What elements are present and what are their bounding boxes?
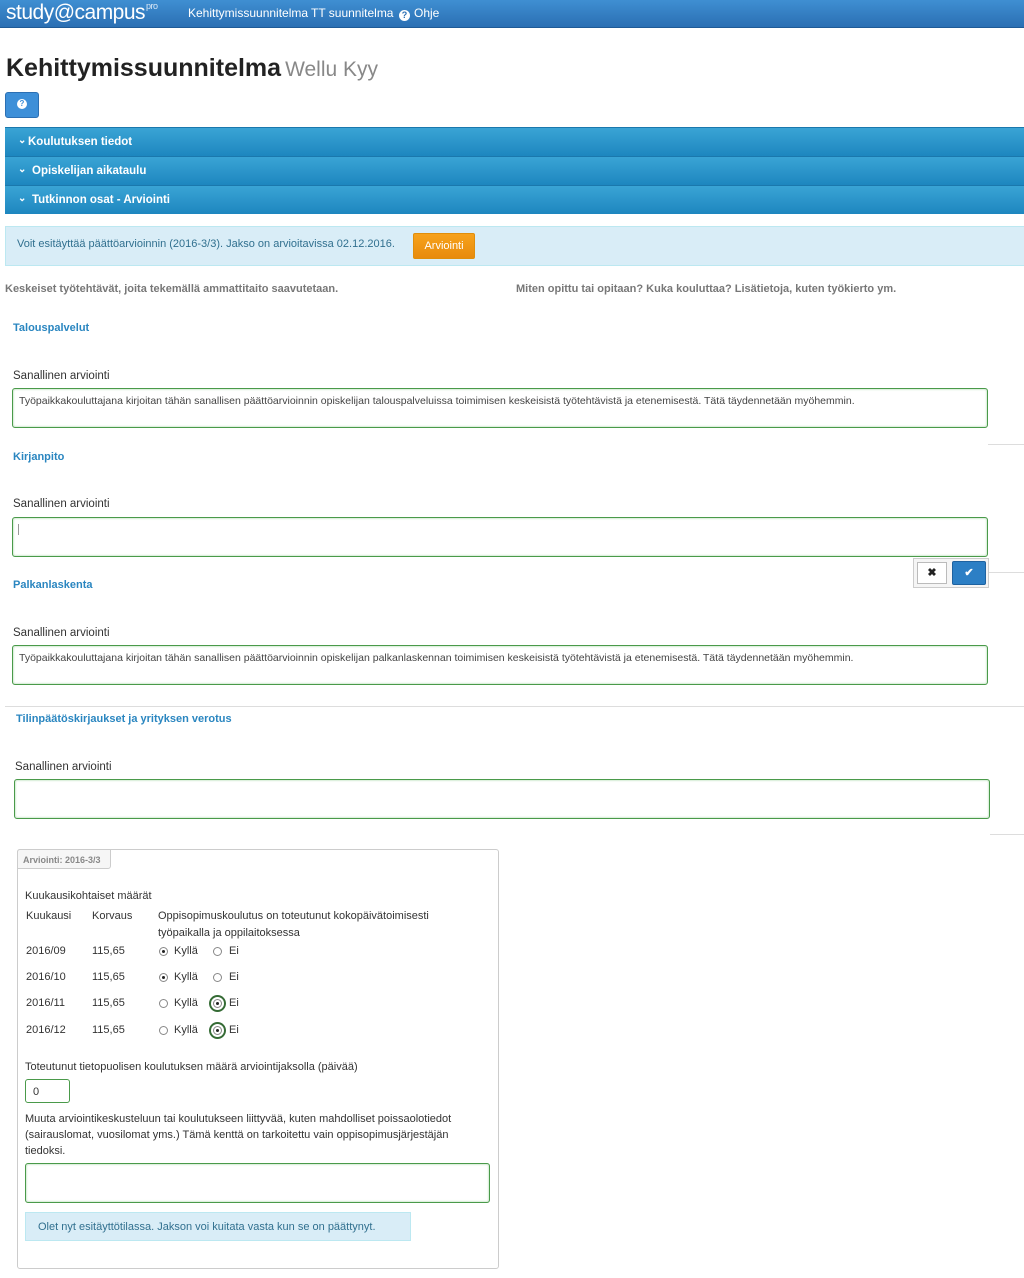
nav-link-tt-suunnitelma[interactable]: TT suunnitelma — [311, 6, 393, 20]
evaluation-textarea[interactable]: Työpaikkakouluttajana kirjoitan tähän sa… — [12, 388, 988, 428]
prefill-notice: Olet nyt esitäyttötilassa. Jakson voi ku… — [25, 1212, 411, 1241]
evaluation-textarea[interactable] — [12, 517, 988, 557]
nav-link-kehittymissuunnitelma[interactable]: Kehittymissuunnitelma — [188, 6, 308, 20]
other-info-label-line2: (sairauslomat, vuosilomat yms.) Tämä ken… — [25, 1129, 449, 1141]
confirm-button[interactable]: ✔ — [952, 561, 986, 585]
column-header-tasks: Keskeiset työtehtävät, joita tekemällä a… — [5, 283, 339, 295]
row-month: 2016/11 — [26, 997, 65, 1009]
radio-ei-label: Ei — [229, 945, 239, 957]
radio-kylla-label: Kyllä — [174, 997, 198, 1009]
inline-edit-buttons: ✖ ✔ — [913, 558, 989, 588]
days-label: Toteutunut tietopuolisen koulutuksen mää… — [25, 1061, 358, 1073]
radio-kylla[interactable] — [159, 999, 168, 1008]
radio-kylla[interactable] — [159, 973, 168, 982]
chevron-down-icon: ⌄ — [18, 164, 27, 175]
radio-kylla-label: Kyllä — [174, 945, 198, 957]
radio-ei-label: Ei — [229, 971, 239, 983]
other-info-textarea[interactable] — [25, 1163, 490, 1203]
accordion-koulutuksen-tiedot[interactable]: ⌄ Koulutuksen tiedot — [5, 127, 1024, 156]
evaluation-textarea[interactable]: Työpaikkakouluttajana kirjoitan tähän sa… — [12, 645, 988, 685]
text-cursor — [18, 524, 19, 535]
column-header-pay: Korvaus — [92, 910, 133, 922]
alert-text: Voit esitäyttää päättöarvioinnin (2016-3… — [17, 238, 395, 250]
panel-heading: Kuukausikohtaiset määrät — [25, 890, 152, 902]
divider — [5, 706, 1024, 707]
other-info-label-line3: tiedoksi. — [25, 1145, 66, 1157]
section-title-talouspalvelut: Talouspalvelut — [13, 322, 90, 334]
other-info-label: Muuta arviointikeskusteluun tai koulutuk… — [25, 1113, 452, 1125]
nav-link-ohje[interactable]: ? Ohje — [399, 6, 439, 21]
check-icon: ✔ — [964, 567, 974, 579]
brand-logo[interactable]: study@campuspro — [6, 1, 158, 25]
section-title-palkanlaskenta: Palkanlaskenta — [13, 579, 93, 591]
row-pay: 115,65 — [92, 1024, 125, 1036]
page-title: Kehittymissuunnitelma Wellu Kyy — [6, 54, 379, 82]
radio-kylla-label: Kyllä — [174, 1024, 198, 1036]
radio-ei[interactable] — [213, 973, 222, 982]
question-icon: ? — [17, 99, 27, 109]
chevron-down-icon: ⌄ — [18, 193, 27, 204]
row-pay: 115,65 — [92, 971, 125, 983]
accordion-opiskelijan-aikataulu[interactable]: ⌄ Opiskelijan aikataulu — [5, 156, 1024, 185]
field-label: Sanallinen arviointi — [13, 627, 110, 639]
panel-tag: Arviointi: 2016-3/3 — [17, 849, 111, 869]
arviointi-button[interactable]: Arviointi — [413, 233, 475, 259]
row-month: 2016/10 — [26, 971, 66, 983]
accordion-tutkinnon-osat[interactable]: ⌄ Tutkinnon osat - Arviointi — [5, 185, 1024, 214]
field-label: Sanallinen arviointi — [15, 761, 112, 773]
row-pay: 115,65 — [92, 997, 125, 1009]
days-input[interactable]: 0 — [25, 1079, 70, 1103]
radio-kylla[interactable] — [159, 947, 168, 956]
radio-ei[interactable] — [213, 999, 222, 1008]
student-name: Wellu Kyy — [285, 58, 379, 81]
divider — [988, 444, 1024, 445]
radio-ei-label: Ei — [229, 1024, 239, 1036]
evaluation-textarea[interactable] — [14, 779, 990, 819]
divider — [990, 834, 1024, 835]
row-month: 2016/12 — [26, 1024, 66, 1036]
column-header-learning: Miten opittu tai opitaan? Kuka kouluttaa… — [516, 283, 897, 295]
radio-kylla-label: Kyllä — [174, 971, 198, 983]
section-title-kirjanpito: Kirjanpito — [13, 451, 65, 463]
chevron-down-icon: ⌄ — [18, 135, 27, 146]
divider — [988, 572, 1024, 573]
question-icon: ? — [399, 10, 410, 21]
field-label: Sanallinen arviointi — [13, 498, 110, 510]
column-header-description-line2: työpaikalla ja oppilaitoksessa — [158, 927, 300, 939]
column-header-month: Kuukausi — [26, 910, 72, 922]
field-label: Sanallinen arviointi — [13, 370, 110, 382]
radio-ei-label: Ei — [229, 997, 239, 1009]
column-header-description: Oppisopimuskoulutus on toteutunut kokopä… — [158, 910, 429, 922]
radio-kylla[interactable] — [159, 1026, 168, 1035]
row-pay: 115,65 — [92, 945, 125, 957]
row-month: 2016/09 — [26, 945, 66, 957]
cancel-button[interactable]: ✖ — [917, 562, 947, 584]
close-icon: ✖ — [927, 567, 937, 579]
help-button[interactable]: ? — [5, 92, 39, 118]
radio-ei[interactable] — [213, 1026, 222, 1035]
section-title-tilinpaatos: Tilinpäätöskirjaukset ja yrityksen verot… — [16, 713, 232, 725]
radio-ei[interactable] — [213, 947, 222, 956]
